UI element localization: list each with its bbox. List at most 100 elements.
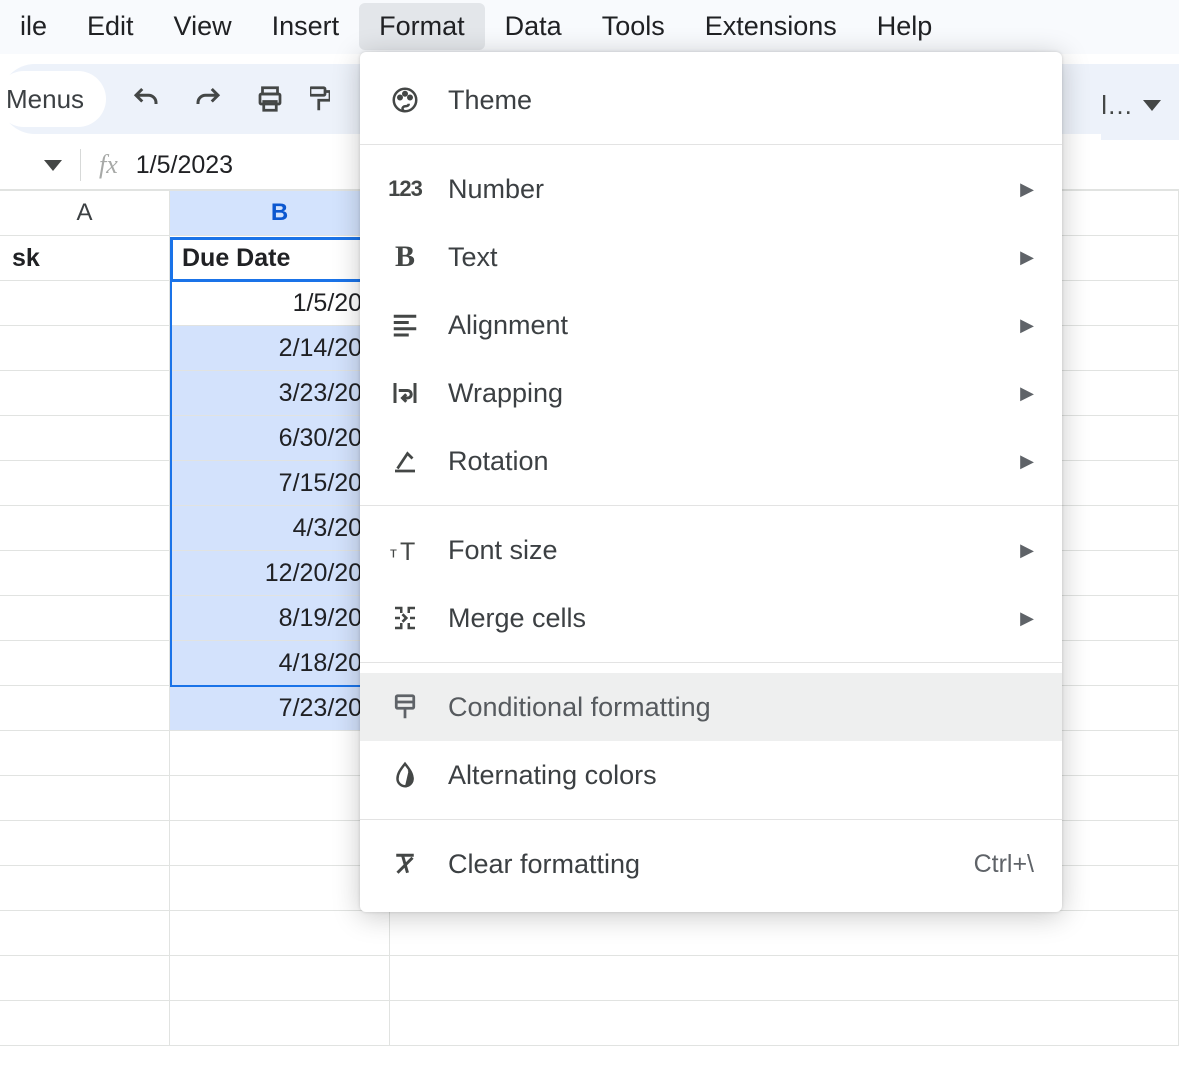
rotation-icon	[388, 444, 422, 478]
menu-separator	[360, 819, 1062, 820]
submenu-arrow-icon: ▶	[1020, 315, 1034, 336]
name-box-dropdown-icon	[44, 160, 62, 171]
number-icon: 123	[388, 172, 422, 206]
menu-separator	[360, 662, 1062, 663]
undo-icon	[131, 84, 161, 114]
menu-help[interactable]: Help	[857, 3, 953, 50]
format-dropdown-menu: Theme 123 Number ▶ B Text ▶ Alignment ▶ …	[360, 52, 1062, 912]
theme-icon	[388, 83, 422, 117]
paint-format-button[interactable]	[310, 77, 330, 121]
cell-a[interactable]	[0, 461, 170, 505]
menu-extensions[interactable]: Extensions	[685, 3, 857, 50]
menu-number-label: Number	[448, 174, 994, 205]
bold-icon: B	[388, 240, 422, 274]
menu-alignment[interactable]: Alignment ▶	[360, 291, 1062, 359]
redo-icon	[193, 84, 223, 114]
menu-alignment-label: Alignment	[448, 310, 994, 341]
search-menus-button[interactable]: Menus	[0, 71, 106, 127]
chevron-down-icon[interactable]	[1143, 100, 1161, 111]
search-menus-label: Menus	[6, 84, 84, 115]
menu-font-size-label: Font size	[448, 535, 994, 566]
table-row	[0, 1001, 1179, 1046]
conditional-formatting-icon	[388, 690, 422, 724]
cell-b[interactable]: 12/20/202	[170, 551, 390, 595]
cell-b[interactable]: 4/18/202	[170, 641, 390, 685]
toolbar-truncated-label: l…	[1101, 90, 1133, 121]
menu-number[interactable]: 123 Number ▶	[360, 155, 1062, 223]
fx-icon: fx	[81, 150, 136, 180]
merge-cells-icon	[388, 601, 422, 635]
menu-merge-cells[interactable]: Merge cells ▶	[360, 584, 1062, 652]
menu-alternating-colors-label: Alternating colors	[448, 760, 1034, 791]
alternating-colors-icon	[388, 758, 422, 792]
menu-view[interactable]: View	[154, 3, 252, 50]
wrapping-icon	[388, 376, 422, 410]
menu-separator	[360, 505, 1062, 506]
alignment-icon	[388, 308, 422, 342]
font-size-icon: тT	[388, 533, 422, 567]
toolbar-right-collapsed: l…	[1101, 70, 1179, 140]
cell-b[interactable]: 7/23/202	[170, 686, 390, 730]
menubar: ile Edit View Insert Format Data Tools E…	[0, 0, 1179, 54]
cell-a[interactable]	[0, 371, 170, 415]
paint-format-icon	[310, 84, 330, 114]
submenu-arrow-icon: ▶	[1020, 540, 1034, 561]
menu-theme-label: Theme	[448, 85, 1034, 116]
cell-b[interactable]: 6/30/202	[170, 416, 390, 460]
cell-b[interactable]: 7/15/202	[170, 461, 390, 505]
column-header-b[interactable]: B	[170, 191, 390, 235]
print-button[interactable]	[248, 77, 292, 121]
cell-a[interactable]	[0, 551, 170, 595]
menu-insert[interactable]: Insert	[252, 3, 360, 50]
menu-clear-formatting-shortcut: Ctrl+\	[974, 850, 1034, 879]
menu-rotation[interactable]: Rotation ▶	[360, 427, 1062, 495]
menu-theme[interactable]: Theme	[360, 66, 1062, 134]
table-row	[0, 956, 1179, 1001]
menu-clear-formatting-label: Clear formatting	[448, 849, 948, 880]
cell-a[interactable]	[0, 596, 170, 640]
submenu-arrow-icon: ▶	[1020, 608, 1034, 629]
cell-b[interactable]: 3/23/202	[170, 371, 390, 415]
cell-a1[interactable]: sk	[0, 236, 170, 280]
cell-a[interactable]	[0, 281, 170, 325]
menu-alternating-colors[interactable]: Alternating colors	[360, 741, 1062, 809]
menu-format[interactable]: Format	[359, 3, 485, 50]
submenu-arrow-icon: ▶	[1020, 383, 1034, 404]
cell-a[interactable]	[0, 686, 170, 730]
cell-b[interactable]: 1/5/202	[170, 281, 390, 325]
menu-wrapping[interactable]: Wrapping ▶	[360, 359, 1062, 427]
cell-b[interactable]: 4/3/202	[170, 506, 390, 550]
menu-data[interactable]: Data	[485, 3, 582, 50]
cell-b[interactable]: 8/19/202	[170, 596, 390, 640]
menu-conditional-formatting[interactable]: Conditional formatting	[360, 673, 1062, 741]
menu-font-size[interactable]: тT Font size ▶	[360, 516, 1062, 584]
print-icon	[255, 84, 285, 114]
svg-text:T: T	[400, 538, 415, 565]
cell-a[interactable]	[0, 506, 170, 550]
column-header-a[interactable]: A	[0, 191, 170, 235]
name-box[interactable]	[0, 160, 80, 171]
cell-a[interactable]	[0, 641, 170, 685]
undo-button[interactable]	[124, 77, 168, 121]
menu-text[interactable]: B Text ▶	[360, 223, 1062, 291]
menu-separator	[360, 144, 1062, 145]
menu-wrapping-label: Wrapping	[448, 378, 994, 409]
menu-merge-cells-label: Merge cells	[448, 603, 994, 634]
menu-conditional-formatting-label: Conditional formatting	[448, 692, 1034, 723]
submenu-arrow-icon: ▶	[1020, 247, 1034, 268]
clear-formatting-icon	[388, 847, 422, 881]
menu-edit[interactable]: Edit	[67, 3, 154, 50]
formula-value[interactable]: 1/5/2023	[136, 151, 233, 180]
menu-clear-formatting[interactable]: Clear formatting Ctrl+\	[360, 830, 1062, 898]
submenu-arrow-icon: ▶	[1020, 179, 1034, 200]
svg-text:т: т	[390, 545, 397, 562]
menu-tools[interactable]: Tools	[582, 3, 685, 50]
cell-b1[interactable]: Due Date	[170, 236, 390, 280]
menu-rotation-label: Rotation	[448, 446, 994, 477]
cell-a[interactable]	[0, 326, 170, 370]
redo-button[interactable]	[186, 77, 230, 121]
cell-a[interactable]	[0, 416, 170, 460]
menu-file[interactable]: ile	[0, 3, 67, 50]
menu-text-label: Text	[448, 242, 994, 273]
cell-b[interactable]: 2/14/202	[170, 326, 390, 370]
